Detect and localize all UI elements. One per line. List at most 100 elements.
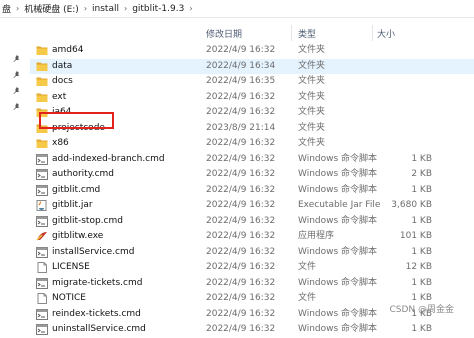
folder-icon [36, 123, 48, 134]
file-date: 2022/4/9 16:32 [206, 215, 276, 226]
cmd-file-icon [36, 153, 48, 165]
file-type: Windows 命令脚本 [298, 246, 378, 257]
cmd-file-icon [36, 246, 48, 258]
file-size: 1 KB [411, 324, 432, 334]
pin-icon [13, 71, 19, 78]
folder-icon [36, 138, 48, 149]
file-row[interactable]: installService.cmd 2022/4/9 16:32 Windows … [30, 245, 474, 261]
file-size: 1 KB [411, 246, 432, 257]
file-size: 3,680 KB [391, 200, 432, 210]
file-row[interactable]: gitblit-stop.cmd 2022/4/9 16:32 Windows 命令… [30, 214, 474, 230]
file-name: add-indexed-branch.cmd [52, 153, 165, 164]
file-name: docs [52, 76, 73, 86]
column-header-size[interactable]: 大小 [377, 27, 395, 40]
file-type: 应用程序 [298, 231, 335, 241]
pin-icon [13, 87, 19, 94]
file-row[interactable]: projectcode 2023/8/9 21:14 文件夹 [30, 121, 474, 137]
file-row[interactable]: authority.cmd 2022/4/9 16:32 Windows 命令脚本 2… [30, 167, 474, 183]
file-name: amd64 [52, 45, 84, 55]
file-name: gitblitw.exe [52, 231, 104, 241]
file-date: 2022/4/9 16:32 [206, 324, 276, 334]
file-type: 文件夹 [298, 91, 326, 102]
file-date: 2022/4/9 16:32 [206, 246, 276, 257]
file-name: gitblit-stop.cmd [52, 215, 123, 226]
file-type: 文件夹 [298, 60, 326, 71]
breadcrumb-separator-icon: › [123, 4, 128, 13]
file-row[interactable]: amd64 2022/4/9 16:32 文件夹 [30, 43, 474, 59]
file-type: Windows 命令脚本 [298, 169, 378, 179]
file-row[interactable]: docs 2022/4/9 16:35 文件夹 [30, 74, 474, 90]
file-row[interactable]: ext 2022/4/9 16:32 文件夹 [30, 90, 474, 106]
file-date: 2022/4/9 16:32 [206, 308, 276, 319]
file-name: migrate-tickets.cmd [52, 277, 143, 288]
breadcrumb-dropdown-icon[interactable]: › [186, 4, 195, 13]
file-date: 2022/4/9 16:32 [206, 200, 276, 210]
file-date: 2023/8/9 21:14 [206, 122, 276, 133]
pin-icon [13, 55, 19, 62]
file-date: 2022/4/9 16:32 [206, 153, 276, 164]
file-name: ext [52, 91, 67, 102]
folder-icon [36, 107, 48, 118]
file-row[interactable]: LICENSE 2022/4/9 16:32 文件 12 KB [30, 260, 474, 276]
cmd-file-icon [36, 215, 48, 227]
file-date: 2022/4/9 16:32 [206, 91, 276, 102]
file-row[interactable]: x86 2022/4/9 16:32 文件夹 [30, 136, 474, 152]
folder-icon [36, 45, 48, 56]
quick-access-pins [0, 0, 30, 317]
file-type: Executable Jar File [298, 200, 381, 210]
column-header-date[interactable]: 修改日期 [206, 27, 242, 40]
watermark: CSDN @周金金 [389, 305, 454, 315]
cmd-file-icon [36, 324, 48, 335]
file-date: 2022/4/9 16:32 [206, 262, 276, 272]
file-date: 2022/4/9 16:32 [206, 184, 276, 195]
file-row[interactable]: migrate-tickets.cmd 2022/4/9 16:32 Windows… [30, 276, 474, 292]
file-type: 文件夹 [298, 107, 326, 117]
breadcrumb-item-drive[interactable]: 机械硬盘 (E:) [22, 2, 81, 15]
file-name: LICENSE [52, 262, 90, 272]
file-type: 文件夹 [298, 122, 326, 133]
file-row[interactable]: data 2022/4/9 16:34 文件夹 [30, 58, 474, 74]
file-type: Windows 命令脚本 [298, 215, 378, 226]
file-name: x86 [52, 138, 69, 148]
breadcrumb-item-gitblit[interactable]: gitblit-1.9.3 [130, 4, 186, 14]
file-date: 2022/4/9 16:32 [206, 107, 276, 117]
file-row[interactable]: add-indexed-branch.cmd 2022/4/9 16:32 Wind… [30, 152, 474, 168]
file-date: 2022/4/9 16:32 [206, 138, 276, 148]
file-size: 1 KB [411, 153, 432, 164]
file-name: projectcode [52, 122, 105, 133]
file-row[interactable]: gitblit.cmd 2022/4/9 16:32 Windows 命令脚本 1 K… [30, 183, 474, 199]
file-size: 1 KB [411, 277, 432, 288]
jar-file-icon [36, 200, 48, 211]
file-size: 2 KB [411, 169, 432, 179]
file-name: authority.cmd [52, 169, 115, 179]
file-type: Windows 命令脚本 [298, 308, 378, 319]
file-row[interactable]: gitblitw.exe 2022/4/9 16:32 应用程序 101 KB [30, 229, 474, 245]
cmd-file-icon [36, 184, 48, 196]
file-type: Windows 命令脚本 [298, 324, 378, 334]
folder-icon [36, 92, 48, 103]
file-date: 2022/4/9 16:32 [206, 277, 276, 288]
file-date: 2022/4/9 16:35 [206, 76, 276, 86]
file-date: 2022/4/9 16:32 [206, 169, 276, 179]
file-name: reindex-tickets.cmd [52, 308, 141, 319]
column-divider[interactable] [291, 25, 292, 41]
file-type: 文件夹 [298, 45, 326, 55]
column-header-type[interactable]: 类型 [298, 27, 316, 40]
address-bar[interactable]: 盘 › 机械硬盘 (E:) › install › gitblit-1.9.3 … [0, 0, 474, 18]
blank-file-icon [36, 293, 48, 304]
column-divider[interactable] [372, 25, 373, 41]
file-date: 2022/4/9 16:32 [206, 231, 276, 241]
file-row[interactable]: gitblit.jar 2022/4/9 16:32 Executable Jar … [30, 198, 474, 214]
breadcrumb-item-install[interactable]: install [90, 4, 121, 14]
file-date: 2022/4/9 16:34 [206, 60, 276, 71]
file-date: 2022/4/9 16:32 [206, 45, 276, 55]
file-row[interactable]: uninstallService.cmd 2022/4/9 16:32 Window… [30, 322, 474, 338]
folder-icon [36, 61, 48, 72]
exe-file-icon [36, 231, 48, 242]
file-date: 2022/4/9 16:32 [206, 293, 276, 303]
cmd-file-icon [36, 308, 48, 320]
breadcrumb-separator-icon: › [83, 4, 88, 13]
file-name: installService.cmd [52, 246, 135, 257]
file-row[interactable]: ia64 2022/4/9 16:32 文件夹 [30, 105, 474, 121]
file-name: data [52, 60, 73, 71]
